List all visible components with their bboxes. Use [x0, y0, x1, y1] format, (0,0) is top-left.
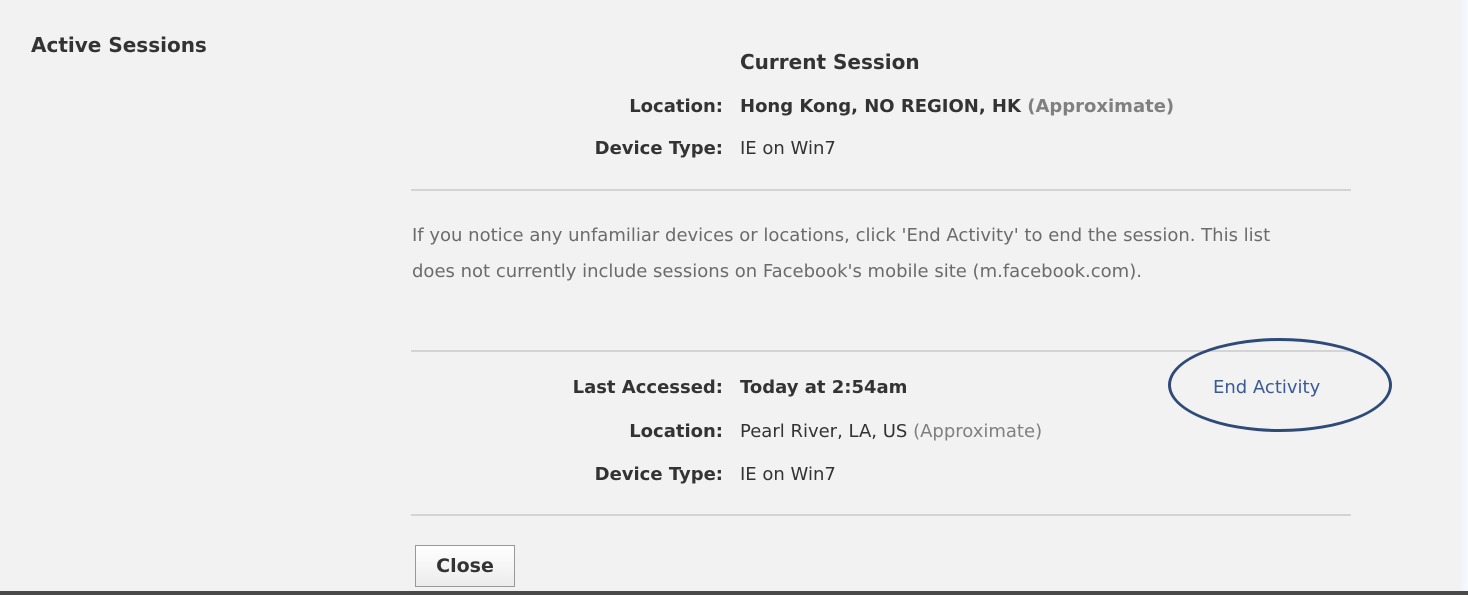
- last-accessed-value: Today at 2:54am: [740, 377, 908, 398]
- divider: [411, 189, 1351, 191]
- session-notice: If you notice any unfamiliar devices or …: [412, 225, 1271, 282]
- divider: [411, 350, 1351, 352]
- other-device-value: IE on Win7: [740, 464, 836, 485]
- section-title: Active Sessions: [31, 33, 207, 57]
- other-location-value: Pearl River, LA, US: [740, 421, 908, 442]
- page-edge-strip: [1460, 0, 1468, 595]
- current-location-value: Hong Kong, NO REGION, HK: [740, 96, 1021, 117]
- current-device-label: Device Type:: [594, 138, 723, 159]
- divider: [411, 514, 1351, 516]
- last-accessed-label: Last Accessed:: [572, 377, 723, 398]
- end-activity-link[interactable]: End Activity: [1213, 377, 1320, 398]
- current-location-value-row: Hong Kong, NO REGION, HK (Approximate): [740, 96, 1174, 117]
- close-button[interactable]: Close: [415, 545, 515, 587]
- current-location-approx: (Approximate): [1027, 96, 1175, 117]
- other-location-value-row: Pearl River, LA, US (Approximate): [740, 421, 1042, 442]
- other-location-label: Location:: [629, 421, 723, 442]
- bottom-edge: [0, 591, 1468, 595]
- current-location-label: Location:: [629, 96, 723, 117]
- other-device-label: Device Type:: [594, 464, 723, 485]
- current-session-heading: Current Session: [740, 50, 920, 74]
- other-location-approx: (Approximate): [913, 421, 1043, 442]
- current-device-value: IE on Win7: [740, 138, 836, 159]
- active-sessions-panel: Active Sessions Current Session Location…: [0, 0, 1468, 595]
